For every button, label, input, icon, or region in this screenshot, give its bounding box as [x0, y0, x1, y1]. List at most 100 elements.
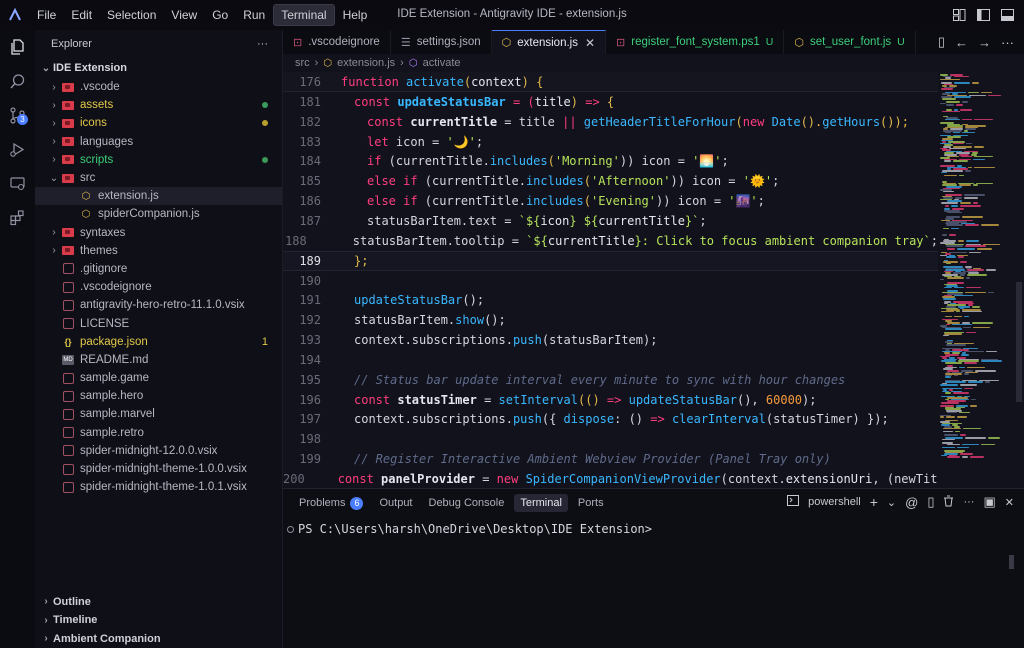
tab--vscodeignore[interactable]: ⊡ .vscodeignore — [283, 30, 391, 54]
terminal-dropdown-icon[interactable]: ⌄ — [887, 496, 896, 509]
panel-tab-ports[interactable]: Ports — [572, 494, 610, 512]
code-line[interactable]: 181 const updateStatusBar = (title) => { — [283, 92, 938, 112]
file-item[interactable]: sample.marvel — [35, 405, 282, 423]
code-line[interactable]: 199 // Register Interactive Ambient Webvi… — [283, 449, 938, 469]
file-item[interactable]: ⬡ extension.js — [35, 187, 282, 206]
code-line[interactable]: 188 statusBarItem.tooltip = `${currentTit… — [283, 231, 938, 251]
breadcrumb-src[interactable]: src — [295, 57, 310, 69]
panel-tab-output[interactable]: Output — [373, 494, 418, 512]
code-line[interactable]: 191 updateStatusBar(); — [283, 290, 938, 310]
breadcrumb-symbol[interactable]: activate — [423, 57, 461, 69]
code-line[interactable]: 197 context.subscriptions.push({ dispose:… — [283, 410, 938, 430]
code-line[interactable]: 200 const panelProvider = new SpiderCompa… — [283, 469, 995, 488]
folder-item[interactable]: › languages — [35, 133, 282, 151]
code-line[interactable]: 195 // Status bar update interval every m… — [283, 370, 938, 390]
folder-item[interactable]: › .vscode — [35, 78, 282, 96]
code-lines[interactable]: 176 function activate(context) {181 const … — [283, 72, 995, 488]
maximize-panel-icon[interactable]: ▣ — [983, 494, 995, 510]
file-item[interactable]: sample.hero — [35, 387, 282, 405]
terminal-scrollbar[interactable] — [1009, 555, 1014, 569]
tab-extension-js[interactable]: ⬡ extension.js ✕ — [491, 30, 607, 54]
editor-scrollbar[interactable] — [1014, 72, 1024, 488]
file-item[interactable]: ⬡ spiderCompanion.js — [35, 205, 282, 223]
folder-item[interactable]: › themes — [35, 242, 282, 260]
sidebar-section-ambient-companion[interactable]: › Ambient Companion — [35, 630, 283, 648]
code-line[interactable]: 182 const currentTitle = title || getHead… — [283, 112, 938, 132]
code-line[interactable]: 198 — [283, 429, 938, 449]
editor-more-icon[interactable]: ··· — [1001, 35, 1014, 50]
remote-explorer-icon[interactable] — [0, 166, 35, 200]
menu-file[interactable]: File — [30, 5, 63, 25]
code-line[interactable]: 186 else if (currentTitle.includes('Eveni… — [283, 191, 938, 211]
file-item[interactable]: spider-midnight-12.0.0.vsix — [35, 442, 282, 460]
menu-go[interactable]: Go — [205, 5, 235, 25]
antigravity-logo-icon[interactable] — [0, 0, 30, 30]
code-line[interactable]: 193 context.subscriptions.push(statusBarI… — [283, 330, 938, 350]
file-item[interactable]: sample.game — [35, 369, 282, 387]
minimap[interactable] — [938, 72, 1024, 488]
code-line[interactable]: 187 statusBarItem.text = `${icon} ${curre… — [283, 211, 938, 231]
code-line[interactable]: 189}; — [283, 250, 938, 271]
folder-item[interactable]: › syntaxes — [35, 224, 282, 242]
breadcrumb-file[interactable]: extension.js — [337, 57, 395, 69]
editor-scrollbar-thumb[interactable] — [1016, 282, 1022, 402]
tab-register-font-system-ps1[interactable]: ⊡ register_font_system.ps1 U — [606, 30, 785, 54]
menu-edit[interactable]: Edit — [64, 5, 99, 25]
panel-more-icon[interactable]: ··· — [963, 496, 974, 508]
toggle-sidebar-icon[interactable] — [974, 6, 992, 24]
customize-layout-icon[interactable] — [950, 6, 968, 24]
panel-tab-problems[interactable]: Problems 6 — [293, 494, 369, 513]
run-debug-icon[interactable] — [0, 132, 35, 166]
trash-icon[interactable] — [943, 495, 954, 510]
code-line[interactable]: 190 — [283, 271, 938, 291]
explorer-more-icon[interactable]: ··· — [257, 38, 268, 50]
code-line[interactable]: 192 statusBarItem.show(); — [283, 310, 938, 330]
folder-item[interactable]: › icons — [35, 114, 282, 132]
toggle-panel-icon[interactable] — [998, 6, 1016, 24]
sidebar-section-timeline[interactable]: › Timeline — [35, 611, 283, 630]
extensions-icon[interactable] — [0, 200, 35, 234]
copilot-mention-icon[interactable]: @ — [905, 495, 918, 510]
file-item[interactable]: .gitignore — [35, 260, 282, 278]
menu-terminal[interactable]: Terminal — [273, 4, 335, 26]
search-icon[interactable] — [0, 64, 35, 98]
split-terminal-icon[interactable]: ▯ — [927, 494, 934, 510]
code-line[interactable]: 183 let icon = '🌙'; — [283, 132, 938, 152]
file-item[interactable]: spider-midnight-theme-1.0.1.vsix — [35, 478, 282, 496]
file-item[interactable]: {} package.json 1 — [35, 333, 282, 351]
code-line[interactable]: 194 — [283, 350, 938, 370]
folder-item[interactable]: › assets — [35, 96, 282, 114]
close-panel-icon[interactable]: ✕ — [1005, 496, 1014, 509]
go-back-icon[interactable]: ← — [955, 35, 968, 50]
code-line[interactable]: 176 function activate(context) { — [283, 72, 938, 92]
go-forward-icon[interactable]: → — [978, 35, 991, 50]
file-item[interactable]: MD README.md — [35, 351, 282, 369]
code-line[interactable]: 184 if (currentTitle.includes('Morning'))… — [283, 152, 938, 172]
menu-view[interactable]: View — [164, 5, 204, 25]
file-item[interactable]: LICENSE — [35, 314, 282, 332]
file-item[interactable]: .vscodeignore — [35, 278, 282, 296]
tab-set-user-font-js[interactable]: ⬡ set_user_font.js U — [784, 30, 916, 54]
menu-help[interactable]: Help — [336, 5, 375, 25]
tab-settings-json[interactable]: ☰ settings.json — [391, 30, 492, 54]
folder-item[interactable]: › scripts — [35, 151, 282, 169]
panel-tab-terminal[interactable]: Terminal — [514, 494, 568, 512]
code-line[interactable]: 196 const statusTimer = setInterval(() =>… — [283, 390, 938, 410]
terminal-shell-name[interactable]: powershell — [808, 496, 861, 508]
files-icon[interactable] — [0, 30, 35, 64]
file-item[interactable]: sample.retro — [35, 424, 282, 442]
file-item[interactable]: spider-midnight-theme-1.0.0.vsix — [35, 460, 282, 478]
terminal-output[interactable]: PS C:\Users\harsh\OneDrive\Desktop\IDE E… — [287, 522, 652, 536]
menu-run[interactable]: Run — [236, 5, 272, 25]
code-line[interactable]: 185 else if (currentTitle.includes('After… — [283, 171, 938, 191]
close-icon[interactable]: ✕ — [585, 36, 595, 50]
panel-tab-debug-console[interactable]: Debug Console — [423, 494, 511, 512]
sidebar-section-outline[interactable]: › Outline — [35, 593, 283, 612]
source-control-icon[interactable]: 3 — [0, 98, 35, 132]
folder-item[interactable]: ⌄ src — [35, 169, 282, 187]
new-terminal-icon[interactable]: + — [870, 494, 878, 510]
code-editor[interactable]: 176 function activate(context) {181 const … — [283, 72, 1024, 488]
menu-selection[interactable]: Selection — [100, 5, 163, 25]
workspace-section[interactable]: ⌄ IDE Extension — [35, 58, 282, 78]
file-item[interactable]: antigravity-hero-retro-11.1.0.vsix — [35, 296, 282, 314]
